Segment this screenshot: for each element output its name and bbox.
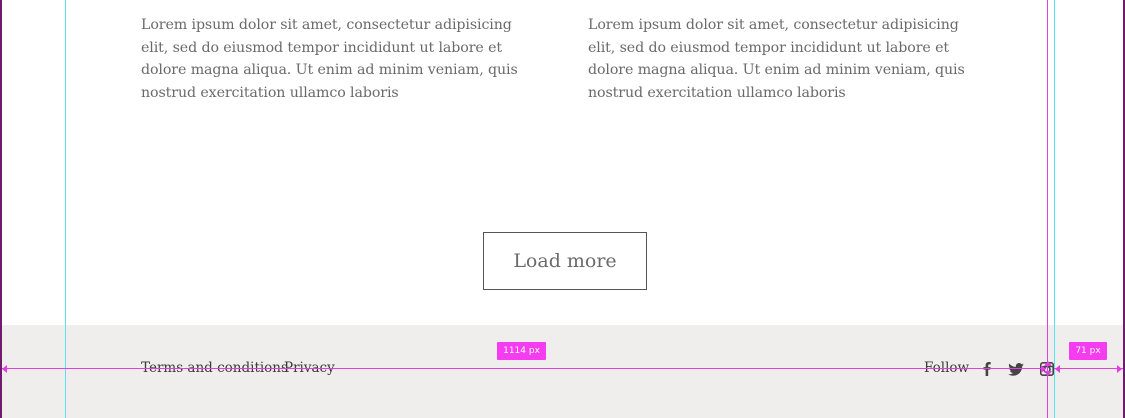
measure-line-margin [1054, 368, 1123, 369]
measure-line-width [2, 368, 1046, 369]
arrow-left-icon [1055, 365, 1060, 373]
article-excerpt-left: Lorem ipsum dolor sit amet, consectetur … [141, 17, 518, 101]
measure-line-vertical [1047, 0, 1048, 418]
load-more-button[interactable]: Load more [483, 232, 647, 290]
arrow-down-icon [1044, 371, 1052, 376]
facebook-icon[interactable] [981, 360, 993, 378]
margin-measure-badge: 71 px [1069, 342, 1107, 360]
twitter-icon[interactable] [1007, 360, 1025, 378]
guide-line-right [1054, 0, 1055, 418]
width-measure-badge: 1114 px [497, 342, 546, 360]
article-excerpt-right: Lorem ipsum dolor sit amet, consectetur … [588, 17, 965, 101]
arrow-right-icon [1117, 365, 1122, 373]
arrow-left-icon [2, 365, 7, 373]
arrow-up-icon [1044, 361, 1052, 366]
guide-line-left [65, 0, 66, 418]
